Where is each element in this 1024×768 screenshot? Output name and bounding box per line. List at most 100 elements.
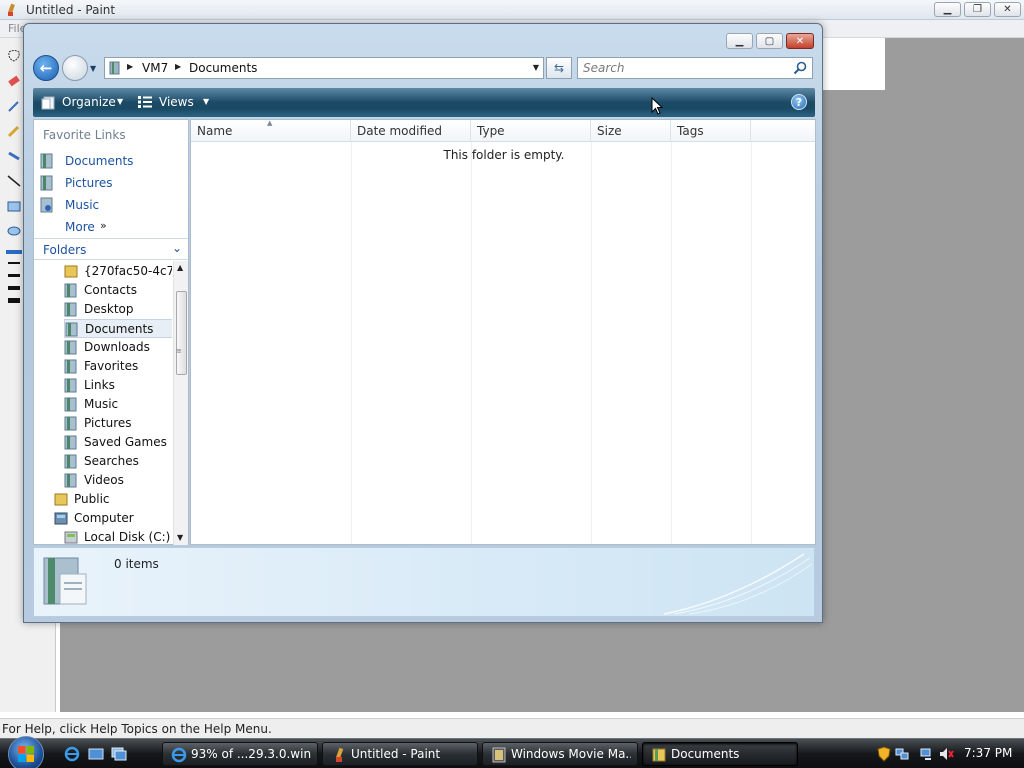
breadcrumb-separator-icon[interactable]: ▶ bbox=[175, 62, 181, 71]
favorite-link-more[interactable]: More » bbox=[38, 217, 186, 237]
volume-muted-icon[interactable] bbox=[938, 746, 954, 762]
folder-icon bbox=[64, 265, 78, 278]
explorer-close-button[interactable]: ✕ bbox=[786, 33, 814, 49]
folder-tree-item[interactable]: Documents bbox=[64, 319, 172, 338]
organize-dropdown-icon[interactable]: ▼ bbox=[117, 97, 123, 106]
pencil-tool-icon[interactable] bbox=[6, 123, 22, 139]
pictures-folder-icon bbox=[64, 416, 77, 431]
folder-tree-item[interactable]: Videos bbox=[64, 471, 172, 490]
folder-tree-item-label: Favorites bbox=[84, 359, 139, 373]
recent-pages-dropdown[interactable]: ▼ bbox=[90, 64, 96, 73]
clock[interactable]: 7:37 PM bbox=[964, 746, 1012, 760]
search-box[interactable] bbox=[577, 57, 813, 79]
column-header-name[interactable]: Name ▲ bbox=[191, 119, 351, 142]
refresh-button[interactable]: ⇆ bbox=[546, 57, 572, 79]
folder-tree-item[interactable]: Desktop bbox=[64, 300, 172, 319]
line-tool-icon[interactable] bbox=[6, 173, 22, 189]
free-select-tool-icon[interactable] bbox=[6, 48, 22, 64]
paint-minimize-button[interactable]: ▁ bbox=[934, 2, 961, 17]
file-list-pane[interactable]: Name ▲ Date modified Type Size Tags This… bbox=[190, 119, 816, 545]
chevron-down-icon[interactable]: ⌄ bbox=[172, 241, 182, 255]
explorer-maximize-button[interactable]: ▢ bbox=[756, 33, 783, 49]
folder-tree-item[interactable]: {270fac50-4c7d-4 bbox=[64, 262, 172, 281]
views-dropdown-icon[interactable]: ▼ bbox=[203, 97, 209, 106]
eraser-tool-icon[interactable] bbox=[6, 73, 22, 89]
taskbar-button-movie-maker[interactable]: Windows Movie Ma... bbox=[482, 742, 638, 766]
favorite-link-music[interactable]: Music bbox=[38, 195, 186, 215]
folder-tree-item[interactable]: Searches bbox=[64, 452, 172, 471]
breadcrumb-vm7[interactable]: VM7 bbox=[142, 61, 168, 75]
column-header-size[interactable]: Size bbox=[591, 120, 671, 142]
folder-tree-item[interactable]: Downloads bbox=[64, 338, 172, 357]
videos-folder-icon bbox=[64, 473, 77, 488]
views-button[interactable]: Views bbox=[159, 95, 194, 109]
search-icon[interactable] bbox=[793, 61, 807, 75]
taskbar-button-download[interactable]: 93% of ...29.3.0.win6... bbox=[162, 742, 318, 766]
favorite-link-label: Documents bbox=[65, 154, 134, 168]
search-input[interactable] bbox=[578, 58, 788, 78]
folders-header[interactable]: Folders ⌄ bbox=[34, 238, 188, 260]
favorite-links-header: Favorite Links bbox=[43, 128, 126, 142]
drive-icon bbox=[64, 531, 78, 544]
address-history-dropdown-icon[interactable]: ▼ bbox=[533, 63, 539, 72]
taskbar-button-label: Documents bbox=[671, 747, 740, 761]
scroll-down-arrow-icon[interactable]: ▼ bbox=[177, 533, 183, 542]
folder-tree-item[interactable]: Music bbox=[64, 395, 172, 414]
taskbar-button-paint[interactable]: Untitled - Paint bbox=[322, 742, 478, 766]
breadcrumb-separator-icon[interactable]: ▶ bbox=[127, 62, 133, 71]
folder-tree-item[interactable]: Public bbox=[54, 490, 172, 509]
network-status-icon[interactable] bbox=[920, 746, 936, 762]
favorite-link-pictures[interactable]: Pictures bbox=[38, 173, 186, 193]
paint-icon bbox=[336, 747, 344, 762]
back-button[interactable]: ← bbox=[33, 55, 59, 81]
ellipse-tool-icon[interactable] bbox=[6, 223, 22, 239]
help-icon[interactable]: ? bbox=[791, 94, 807, 110]
address-bar[interactable]: ▶ VM7 ▶ Documents ▼ bbox=[104, 57, 544, 79]
eyedropper-tool-icon[interactable] bbox=[6, 98, 22, 114]
line-width-selector-icon[interactable] bbox=[6, 248, 22, 308]
switch-windows-icon[interactable] bbox=[111, 746, 127, 762]
folder-tree-item[interactable]: Favorites bbox=[64, 357, 172, 376]
folder-tree-scrollbar[interactable]: ▲ ≡ ▼ bbox=[173, 261, 188, 545]
folder-tree-item[interactable]: Computer bbox=[54, 509, 172, 528]
documents-library-icon bbox=[43, 557, 87, 605]
show-desktop-icon[interactable] bbox=[88, 746, 104, 762]
folder-tree-item[interactable]: Pictures bbox=[64, 414, 172, 433]
internet-explorer-icon[interactable] bbox=[64, 746, 80, 762]
rectangle-tool-icon[interactable] bbox=[6, 198, 22, 214]
folder-icon bbox=[54, 493, 68, 506]
network-icon[interactable] bbox=[894, 746, 910, 762]
security-shield-icon[interactable] bbox=[876, 746, 892, 762]
forward-button[interactable] bbox=[62, 55, 88, 81]
column-divider bbox=[751, 142, 752, 544]
favorite-link-label: Pictures bbox=[65, 176, 113, 190]
folder-tree-item[interactable]: Saved Games bbox=[64, 433, 172, 452]
scrollbar-thumb[interactable] bbox=[176, 291, 187, 375]
empty-folder-message: This folder is empty. bbox=[443, 148, 565, 162]
paint-restore-button[interactable]: ❐ bbox=[964, 2, 991, 17]
column-header-type[interactable]: Type bbox=[471, 120, 591, 142]
minimize-icon: ▁ bbox=[735, 35, 744, 47]
paint-title-bar[interactable]: Untitled - Paint ▁ ❐ ✕ bbox=[0, 0, 1024, 20]
favorite-link-documents[interactable]: Documents bbox=[38, 151, 186, 171]
explorer-minimize-button[interactable]: ▁ bbox=[726, 33, 753, 49]
folder-tree-item[interactable]: Local Disk (C:) bbox=[64, 528, 172, 545]
taskbar-button-documents[interactable]: Documents bbox=[642, 742, 798, 766]
column-header-date-modified[interactable]: Date modified bbox=[351, 120, 471, 142]
explorer-window[interactable]: ▁ ▢ ✕ ← ▼ ▶ VM7 ▶ Documents ▼ ⇆ Organize… bbox=[23, 23, 823, 623]
folder-tree-item[interactable]: Contacts bbox=[64, 281, 172, 300]
folder-tree: {270fac50-4c7d-4 Contacts Desktop Documents… bbox=[34, 261, 172, 545]
breadcrumb-documents[interactable]: Documents bbox=[189, 61, 257, 75]
folder-tree-item[interactable]: Links bbox=[64, 376, 172, 395]
paint-close-button[interactable]: ✕ bbox=[994, 2, 1021, 17]
links-folder-icon bbox=[64, 378, 77, 393]
brush-tool-icon[interactable] bbox=[6, 148, 22, 164]
column-header-tags[interactable]: Tags bbox=[671, 120, 751, 142]
organize-button[interactable]: Organize bbox=[62, 95, 116, 109]
column-divider bbox=[351, 142, 352, 544]
start-button[interactable] bbox=[8, 736, 44, 768]
paint-app-icon bbox=[8, 3, 15, 16]
scroll-up-arrow-icon[interactable]: ▲ bbox=[177, 263, 183, 272]
column-header-label: Date modified bbox=[357, 124, 443, 138]
notification-area: 7:37 PM bbox=[872, 742, 1022, 766]
